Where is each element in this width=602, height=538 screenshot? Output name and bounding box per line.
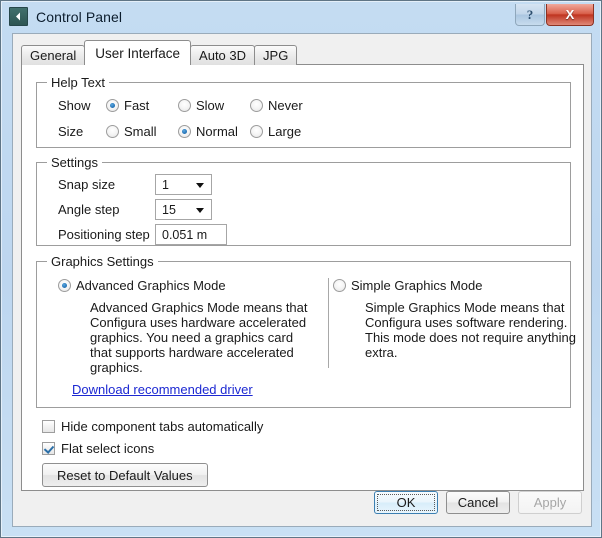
simple-graphics-description: Simple Graphics Mode means that Configur…	[365, 300, 577, 360]
angle-step-combobox[interactable]: 15	[155, 199, 212, 220]
cancel-button[interactable]: Cancel	[446, 491, 510, 514]
radio-show-fast-label: Fast	[124, 98, 150, 113]
settings-group-title: Settings	[47, 155, 102, 170]
tab-user-interface[interactable]: User Interface	[84, 40, 192, 65]
radio-size-normal-indicator	[178, 125, 191, 138]
apply-button: Apply	[518, 491, 582, 514]
angle-step-label: Angle step	[58, 202, 120, 217]
tab-strip: General User Interface Auto 3D JPG	[21, 40, 298, 65]
radio-advanced-graphics-mode[interactable]: Advanced Graphics Mode	[58, 278, 226, 293]
dialog-body: General User Interface Auto 3D JPG Help …	[12, 33, 592, 527]
radio-size-small-indicator	[106, 125, 119, 138]
radio-simple-graphics-indicator	[333, 279, 346, 292]
graphics-column-divider	[328, 278, 329, 368]
radio-size-small-label: Small	[124, 124, 157, 139]
radio-show-slow[interactable]: Slow	[178, 98, 250, 113]
back-chevron-icon	[9, 7, 28, 26]
chevron-down-icon	[196, 182, 204, 188]
radio-size-large-label: Large	[268, 124, 302, 139]
close-button[interactable]: X	[546, 4, 594, 26]
flat-select-icons-checkbox-row[interactable]: Flat select icons	[42, 441, 154, 456]
reset-to-default-values-button[interactable]: Reset to Default Values	[42, 463, 208, 487]
settings-group: Settings Snap size 1 Angle step 15 Posit…	[36, 155, 571, 246]
radio-show-never-indicator	[250, 99, 263, 112]
control-panel-window: Control Panel ? X General User Interface…	[0, 0, 602, 538]
chevron-down-icon	[196, 207, 204, 213]
help-button[interactable]: ?	[515, 4, 545, 26]
radio-simple-graphics-mode[interactable]: Simple Graphics Mode	[333, 278, 483, 293]
show-label: Show	[58, 98, 91, 113]
help-text-group-title: Help Text	[47, 75, 109, 90]
positioning-step-label: Positioning step	[58, 227, 150, 242]
help-show-row: Show Fast Slow Never	[58, 98, 303, 113]
size-label: Size	[58, 124, 84, 139]
window-title: Control Panel	[36, 8, 123, 25]
radio-show-fast-indicator	[106, 99, 119, 112]
radio-size-small[interactable]: Small	[106, 124, 178, 139]
hide-component-tabs-checkbox[interactable]	[42, 420, 55, 433]
angle-step-row: Angle step 15	[58, 199, 212, 220]
flat-select-icons-label: Flat select icons	[61, 441, 155, 456]
radio-show-slow-indicator	[178, 99, 191, 112]
positioning-step-input[interactable]: 0.051 m	[155, 224, 227, 245]
positioning-step-value: 0.051 m	[162, 227, 208, 242]
radio-show-slow-label: Slow	[196, 98, 225, 113]
caption-button-group: ? X	[515, 4, 594, 26]
help-text-group: Help Text Show Fast Slow Never Size Smal…	[36, 75, 571, 148]
download-recommended-driver-link[interactable]: Download recommended driver	[72, 382, 253, 397]
tab-auto-3d[interactable]: Auto 3D	[190, 45, 256, 65]
radio-show-fast[interactable]: Fast	[106, 98, 178, 113]
ok-button[interactable]: OK	[374, 491, 438, 514]
radio-size-normal-label: Normal	[196, 124, 238, 139]
tab-jpg[interactable]: JPG	[254, 45, 298, 65]
advanced-graphics-description: Advanced Graphics Mode means that Config…	[90, 300, 308, 375]
angle-step-value: 15	[162, 202, 176, 217]
radio-size-normal[interactable]: Normal	[178, 124, 250, 139]
radio-size-large[interactable]: Large	[250, 124, 301, 139]
hide-component-tabs-label: Hide component tabs automatically	[61, 419, 264, 434]
radio-advanced-graphics-label: Advanced Graphics Mode	[76, 278, 226, 293]
positioning-step-row: Positioning step 0.051 m	[58, 224, 227, 245]
graphics-settings-group-title: Graphics Settings	[47, 254, 158, 269]
snap-size-row: Snap size 1	[58, 174, 212, 195]
footer-button-group: OK Cancel Apply	[374, 491, 582, 514]
radio-size-large-indicator	[250, 125, 263, 138]
flat-select-icons-checkbox[interactable]	[42, 442, 55, 455]
radio-show-never-label: Never	[268, 98, 303, 113]
tab-panel-user-interface: Help Text Show Fast Slow Never Size Smal…	[21, 64, 584, 491]
graphics-settings-group: Graphics Settings Advanced Graphics Mode…	[36, 254, 576, 408]
tab-general[interactable]: General	[21, 45, 86, 65]
hide-component-tabs-checkbox-row[interactable]: Hide component tabs automatically	[42, 419, 263, 434]
radio-simple-graphics-label: Simple Graphics Mode	[351, 278, 483, 293]
help-size-row: Size Small Normal Large	[58, 124, 301, 139]
radio-advanced-graphics-indicator	[58, 279, 71, 292]
title-bar: Control Panel ? X	[2, 2, 600, 31]
snap-size-label: Snap size	[58, 177, 116, 192]
radio-show-never[interactable]: Never	[250, 98, 303, 113]
snap-size-value: 1	[162, 177, 169, 192]
snap-size-combobox[interactable]: 1	[155, 174, 212, 195]
